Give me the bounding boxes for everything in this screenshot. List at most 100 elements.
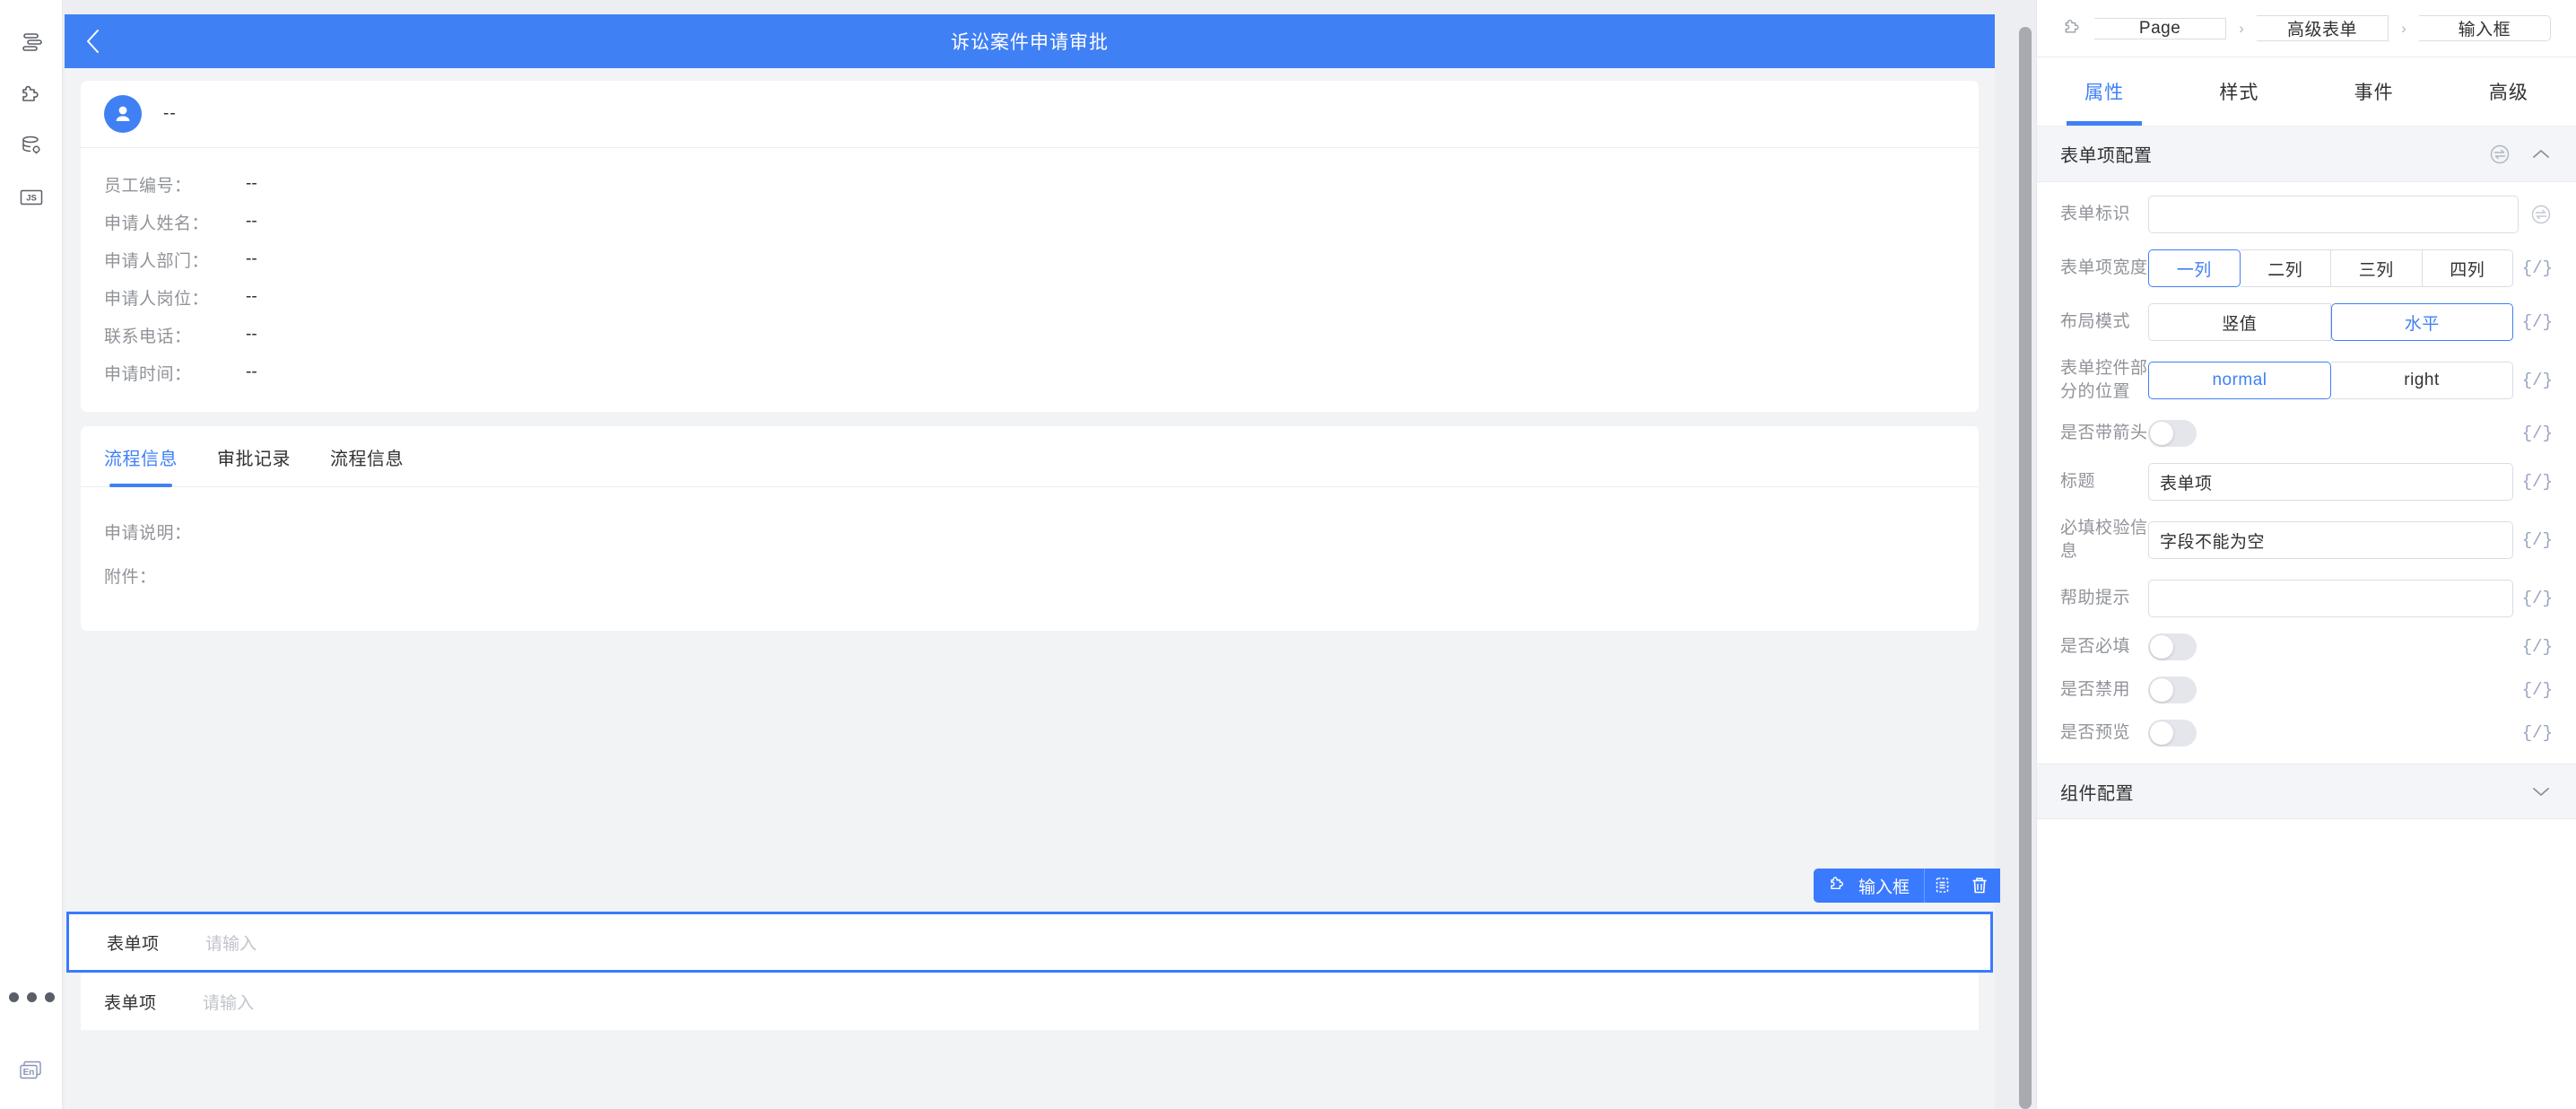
row-form-id: 表单标识 <box>2037 188 2576 241</box>
info-value: -- <box>246 249 257 268</box>
process-tabs: 流程信息 审批记录 流程信息 <box>81 426 1979 487</box>
selected-component-badge[interactable]: 输入框 <box>1813 869 1924 903</box>
control-item-width: 一列 二列 三列 四列 <box>2148 249 2513 287</box>
seg-two-col[interactable]: 二列 <box>2240 249 2331 287</box>
breadcrumb-middle[interactable]: 高级表单 <box>2256 15 2389 41</box>
form-row[interactable]: 表单项 请输入 <box>81 973 1979 1030</box>
breadcrumb-separator: › <box>2401 19 2406 37</box>
form-row-input[interactable]: 请输入 <box>203 990 254 1014</box>
more-icon[interactable] <box>8 992 55 1002</box>
code-toggle-item-width[interactable]: {/} <box>2513 258 2553 278</box>
chevron-up-icon[interactable] <box>2529 145 2553 163</box>
chevron-down-icon[interactable] <box>2529 782 2553 800</box>
seg-one-col[interactable]: 一列 <box>2148 249 2241 287</box>
back-chevron-icon[interactable] <box>84 14 102 68</box>
row-required-message: 必填校验信息 字段不能为空 {/} <box>2037 509 2576 572</box>
control-control-position: normal right <box>2148 362 2513 399</box>
selection-toolbar: 输入框 <box>1813 869 2000 903</box>
info-value: -- <box>246 174 257 193</box>
required-message-input[interactable]: 字段不能为空 <box>2148 521 2513 559</box>
info-label: 申请时间： <box>104 364 192 384</box>
code-toggle-title[interactable]: {/} <box>2513 472 2553 492</box>
control-is-disabled <box>2148 677 2513 703</box>
bind-variable-icon[interactable] <box>2488 143 2511 166</box>
tab-advanced[interactable]: 高级 <box>2441 57 2576 126</box>
info-value: -- <box>246 212 257 231</box>
info-row: 员工编号： -- <box>104 170 1955 198</box>
is-disabled-toggle[interactable] <box>2148 677 2197 703</box>
properties-panel: Page › 高级表单 › 输入框 属性 样式 事件 高级 表单项配置 表单标识… <box>2036 0 2576 1109</box>
breadcrumb-root[interactable]: Page <box>2094 17 2227 39</box>
selection-actions <box>1924 869 2000 903</box>
code-toggle-help-tip[interactable]: {/} <box>2513 589 2553 608</box>
seg-normal[interactable]: normal <box>2148 362 2331 399</box>
field-attachment-label: 附件： <box>104 568 157 587</box>
code-toggle-is-required[interactable]: {/} <box>2513 637 2553 657</box>
control-form-id <box>2148 196 2553 233</box>
canvas-scrollbar[interactable] <box>2019 27 2032 1109</box>
seg-vertical[interactable]: 竖值 <box>2148 303 2331 341</box>
tab-approval-record[interactable]: 审批记录 <box>217 426 291 486</box>
code-toggle-with-arrow[interactable]: {/} <box>2513 424 2553 443</box>
delete-icon[interactable] <box>1970 875 1989 896</box>
label-with-arrow: 是否带箭头 <box>2060 424 2148 442</box>
form-row-label: 表单项 <box>104 993 157 1013</box>
tab-process-info[interactable]: 流程信息 <box>104 426 178 487</box>
panel-empty-area <box>2037 819 2576 1109</box>
label-form-id: 表单标识 <box>2060 205 2131 223</box>
datasource-icon[interactable] <box>12 126 51 165</box>
breadcrumb-current[interactable]: 输入框 <box>2418 15 2551 41</box>
row-with-arrow: 是否带箭头 {/} <box>2037 412 2576 455</box>
page-title: 诉讼案件申请审批 <box>951 31 1109 53</box>
user-name: -- <box>163 104 177 123</box>
code-toggle-layout-mode[interactable]: {/} <box>2513 312 2553 332</box>
seg-right[interactable]: right <box>2331 362 2513 399</box>
control-is-preview <box>2148 720 2513 747</box>
breadcrumb: Page › 高级表单 › 输入框 <box>2037 0 2576 57</box>
layout-mode-segmented: 竖值 水平 <box>2148 303 2513 341</box>
is-required-toggle[interactable] <box>2148 633 2197 660</box>
language-icon[interactable]: En <box>16 1058 47 1089</box>
info-row: 申请时间： -- <box>104 358 1955 387</box>
help-tip-input[interactable] <box>2148 580 2513 617</box>
label-is-required: 是否必填 <box>2060 637 2131 656</box>
code-toggle-is-preview[interactable]: {/} <box>2513 723 2553 743</box>
code-toggle-is-disabled[interactable]: {/} <box>2513 680 2553 700</box>
row-control-position: 表单控件部分的位置 normal right {/} <box>2037 349 2576 412</box>
left-rail: JS En <box>0 0 63 1109</box>
with-arrow-toggle[interactable] <box>2148 420 2197 447</box>
is-preview-toggle[interactable] <box>2148 720 2197 747</box>
code-toggle-required-message[interactable]: {/} <box>2513 530 2553 550</box>
section-header-form-item[interactable]: 表单项配置 <box>2037 127 2576 182</box>
label-required-message: 必填校验信息 <box>2060 519 2148 561</box>
js-icon[interactable]: JS <box>12 178 51 217</box>
page-preview: 诉讼案件申请审批 -- 员工编号： -- 申请人姓名： -- 申请人部门： --… <box>65 14 1995 1109</box>
item-width-segmented: 一列 二列 三列 四列 <box>2148 249 2513 287</box>
process-card: 流程信息 审批记录 流程信息 申请说明： 附件： <box>81 426 1979 631</box>
code-toggle-control-position[interactable]: {/} <box>2513 371 2553 390</box>
components-icon[interactable] <box>12 74 51 113</box>
control-help-tip <box>2148 580 2513 617</box>
tab-events[interactable]: 事件 <box>2307 57 2441 126</box>
info-label: 申请人岗位： <box>104 289 210 309</box>
outline-icon[interactable] <box>12 22 51 61</box>
title-input[interactable]: 表单项 <box>2148 463 2513 501</box>
form-row-label: 表单项 <box>107 934 160 954</box>
row-is-disabled: 是否禁用 {/} <box>2037 668 2576 712</box>
svg-text:En: En <box>23 1068 35 1078</box>
form-row-input[interactable]: 请输入 <box>205 930 257 955</box>
form-id-input[interactable] <box>2148 196 2519 233</box>
section-header-component-config[interactable]: 组件配置 <box>2037 764 2576 819</box>
bind-variable-icon[interactable] <box>2529 203 2553 226</box>
tab-process-info-2[interactable]: 流程信息 <box>330 426 404 486</box>
seg-four-col[interactable]: 四列 <box>2422 249 2513 287</box>
tab-styles[interactable]: 样式 <box>2171 57 2306 126</box>
left-rail-bottom: En <box>0 992 63 1109</box>
copy-icon[interactable] <box>1934 875 1955 896</box>
seg-horizontal[interactable]: 水平 <box>2330 303 2513 341</box>
tab-properties[interactable]: 属性 <box>2037 57 2171 126</box>
row-item-width: 表单项宽度 一列 二列 三列 四列 {/} <box>2037 241 2576 295</box>
canvas-area: 诉讼案件申请审批 -- 员工编号： -- 申请人姓名： -- 申请人部门： --… <box>63 0 2036 1109</box>
seg-three-col[interactable]: 三列 <box>2331 249 2423 287</box>
form-row-selected[interactable]: 表单项 请输入 <box>66 912 1993 973</box>
